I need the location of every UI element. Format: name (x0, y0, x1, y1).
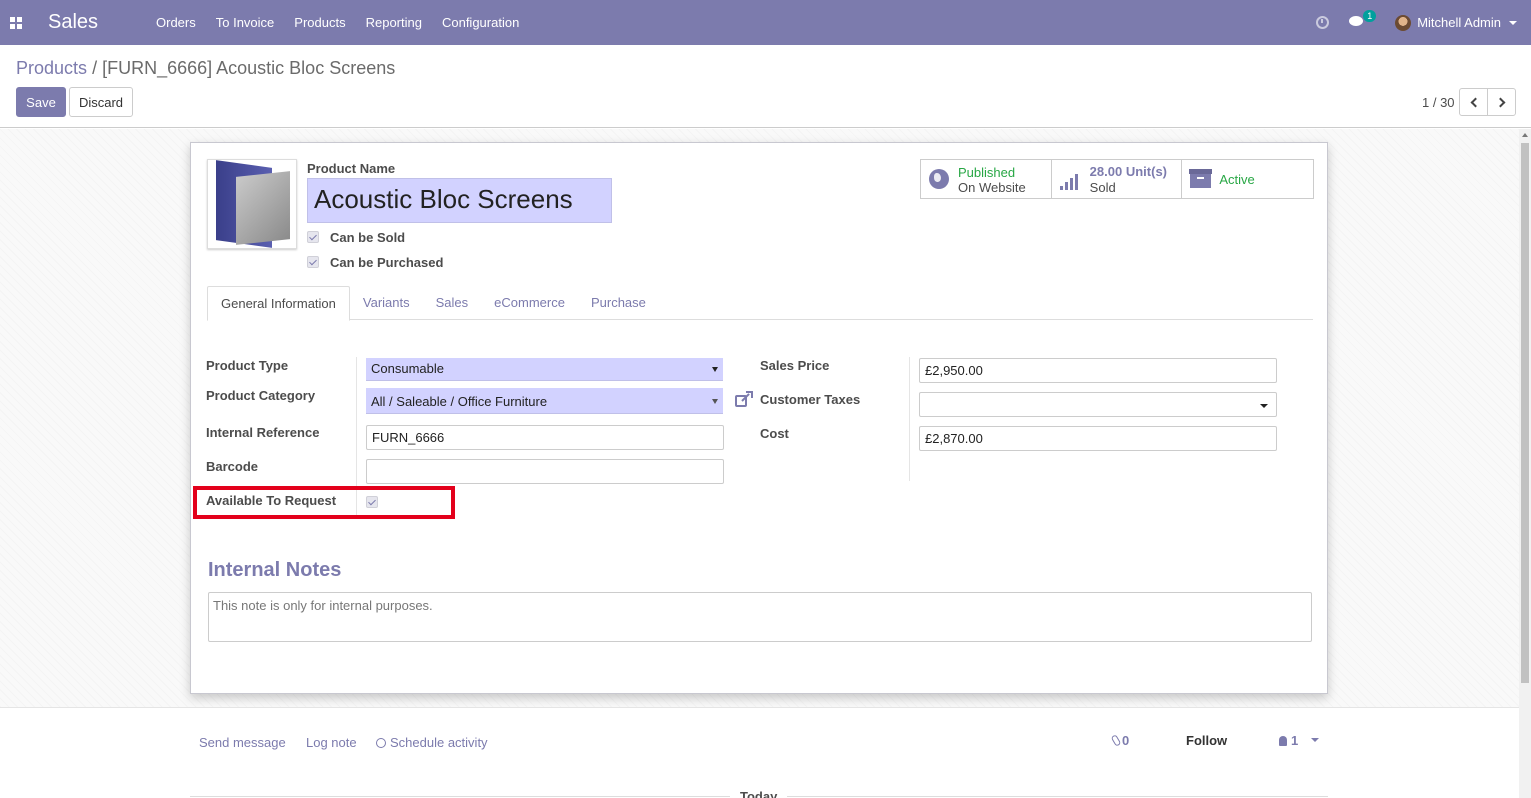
archive-icon (1189, 169, 1213, 188)
customer-taxes-label: Customer Taxes (760, 392, 861, 407)
chevron-right-icon (1495, 97, 1505, 107)
messages-badge: 1 (1363, 10, 1377, 22)
tab-variants[interactable]: Variants (350, 286, 423, 320)
breadcrumb-products-link[interactable]: Products (16, 58, 87, 78)
external-link-icon[interactable] (735, 391, 753, 408)
smart-buttons: Published On Website 28.00 Unit(s) Sold … (920, 159, 1314, 199)
product-type-select[interactable]: Consumable (366, 358, 723, 381)
can-be-sold-checkbox[interactable] (307, 231, 319, 243)
form-tabs: General Information Variants Sales eComm… (207, 286, 1313, 321)
tab-ecommerce[interactable]: eCommerce (481, 286, 578, 320)
cost-label: Cost (760, 426, 789, 441)
today-separator-label: Today (730, 789, 788, 798)
tab-purchase[interactable]: Purchase (578, 286, 659, 320)
product-name-label: Product Name (307, 161, 396, 176)
sold-button[interactable]: 28.00 Unit(s) Sold (1052, 160, 1183, 198)
customer-taxes-caret-icon (1260, 404, 1268, 408)
follow-button[interactable]: Follow (1186, 733, 1227, 748)
scroll-up-arrow-icon[interactable] (1522, 133, 1528, 137)
barcode-label: Barcode (206, 459, 259, 474)
menu-to-invoice[interactable]: To Invoice (216, 15, 275, 30)
sold-quantity: 28.00 (1089, 164, 1123, 179)
followers-button[interactable]: 1 (1279, 733, 1298, 748)
scrollbar-thumb[interactable] (1521, 143, 1529, 683)
published-sublabel: On Website (958, 180, 1026, 195)
menu-orders[interactable]: Orders (156, 15, 196, 30)
attachments-count: 0 (1122, 733, 1130, 748)
clock-icon (376, 738, 386, 748)
sales-price-label: Sales Price (760, 358, 830, 373)
tab-general-information[interactable]: General Information (207, 286, 350, 321)
chatter: Send message Log note Schedule activity … (0, 707, 1519, 798)
internal-reference-label: Internal Reference (206, 425, 320, 440)
paperclip-icon (1110, 734, 1122, 747)
activities-clock-icon[interactable] (1316, 16, 1330, 29)
top-navbar: Sales Orders To Invoice Products Reporti… (0, 0, 1531, 45)
user-menu-caret-icon[interactable] (1509, 20, 1517, 25)
user-name[interactable]: Mitchell Admin (1417, 15, 1501, 30)
product-image[interactable] (207, 159, 297, 249)
apps-menu-icon[interactable] (0, 0, 32, 45)
internal-notes-title: Internal Notes (208, 559, 342, 581)
product-category-select[interactable]: All / Saleable / Office Furniture (366, 388, 723, 414)
send-message-button[interactable]: Send message (199, 735, 286, 750)
internal-notes-textarea[interactable]: This note is only for internal purposes. (208, 592, 1312, 642)
customer-taxes-select[interactable] (919, 392, 1277, 417)
can-be-purchased-checkbox[interactable] (307, 256, 319, 268)
pager-next-button[interactable] (1487, 88, 1516, 116)
menu-products[interactable]: Products (294, 15, 345, 30)
published-status: Published (958, 165, 1016, 180)
annotation-highlight-box (193, 486, 455, 519)
product-type-value: Consumable (371, 361, 444, 376)
user-avatar[interactable] (1395, 14, 1412, 31)
pager-previous-button[interactable] (1459, 88, 1488, 116)
followers-count: 1 (1291, 733, 1299, 748)
sold-unit: Unit(s) (1125, 164, 1168, 179)
user-icon (1279, 736, 1287, 746)
discard-button[interactable]: Discard (69, 87, 133, 117)
active-toggle-button[interactable]: Active (1182, 160, 1313, 198)
product-type-arrow-icon (712, 367, 718, 372)
globe-icon (929, 169, 949, 189)
vertical-scrollbar[interactable] (1519, 129, 1531, 798)
sold-label: Sold (1089, 180, 1116, 195)
active-label: Active (1219, 172, 1255, 187)
menu-reporting[interactable]: Reporting (366, 15, 422, 30)
right-group-separator (909, 357, 910, 481)
schedule-activity-label: Schedule activity (390, 735, 488, 750)
barcode-input[interactable] (366, 459, 724, 484)
can-be-sold-label: Can be Sold (330, 230, 406, 245)
tab-sales[interactable]: Sales (423, 286, 482, 320)
published-button[interactable]: Published On Website (921, 160, 1052, 198)
signal-chart-icon (1059, 172, 1082, 190)
chevron-left-icon (1470, 97, 1480, 107)
cost-input[interactable]: £2,870.00 (919, 426, 1277, 451)
sales-price-input[interactable]: £2,950.00 (919, 358, 1277, 383)
sold-value: 28.00 Unit(s) (1090, 164, 1167, 179)
messages-chat-icon[interactable]: 1 (1349, 10, 1377, 29)
followers-caret-icon[interactable] (1311, 738, 1319, 742)
save-button[interactable]: Save (16, 87, 66, 117)
can-be-purchased-label: Can be Purchased (330, 255, 444, 270)
pager-value[interactable]: 1 / 30 (1422, 95, 1455, 110)
product-category-label: Product Category (206, 388, 316, 403)
product-category-value: All / Saleable / Office Furniture (371, 394, 548, 409)
internal-reference-input[interactable]: FURN_6666 (366, 425, 724, 450)
product-type-label: Product Type (206, 358, 289, 373)
app-name[interactable]: Sales (48, 11, 144, 34)
breadcrumb-current: [FURN_6666] Acoustic Bloc Screens (102, 58, 396, 78)
product-name-input[interactable]: Acoustic Bloc Screens (307, 178, 612, 223)
breadcrumb-separator: / (92, 58, 98, 78)
control-panel: Products / [FURN_6666] Acoustic Bloc Scr… (0, 45, 1531, 128)
schedule-activity-button[interactable]: Schedule activity (376, 735, 488, 750)
log-note-button[interactable]: Log note (306, 735, 357, 750)
form-sheet: Product Name Acoustic Bloc Screens Can b… (190, 142, 1328, 694)
breadcrumb: Products / [FURN_6666] Acoustic Bloc Scr… (16, 58, 395, 79)
menu-configuration[interactable]: Configuration (442, 15, 519, 30)
attachments-button[interactable]: 0 (1110, 733, 1130, 748)
product-category-arrow-icon (712, 399, 718, 404)
